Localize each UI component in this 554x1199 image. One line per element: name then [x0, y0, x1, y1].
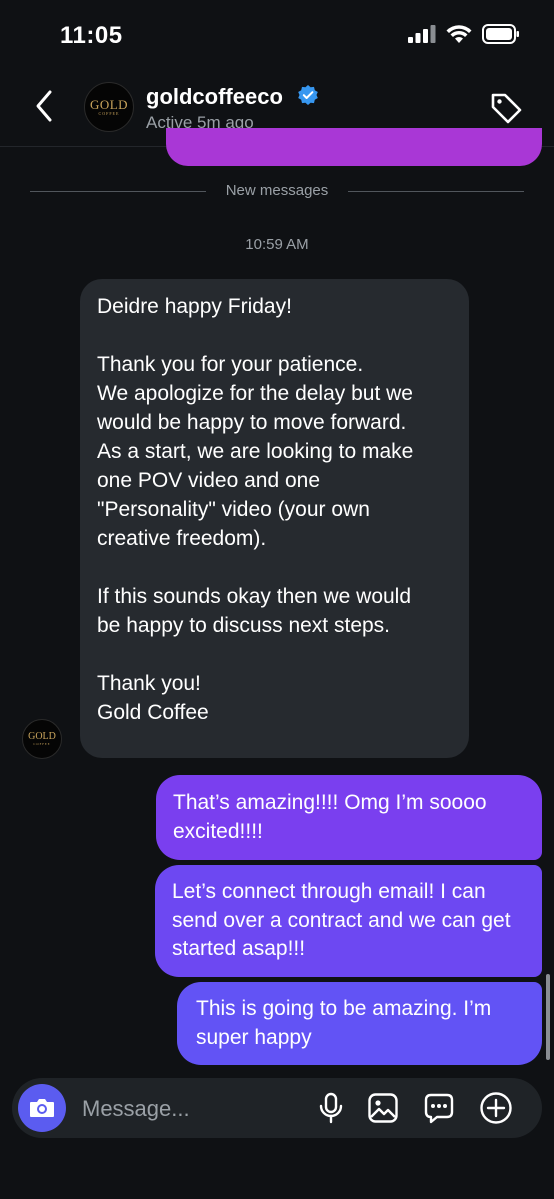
status-bar: 11:05 [0, 0, 554, 72]
incoming-message-line: Thank you! [97, 672, 201, 695]
divider-line-left [30, 191, 206, 192]
image-icon [368, 1093, 398, 1123]
incoming-message-line: If this sounds okay then we would [97, 585, 412, 608]
avatar-logo-subtext: COFFEE [98, 111, 120, 116]
incoming-message-line: Deidre happy Friday! [97, 295, 292, 318]
clock: 11:05 [60, 22, 123, 49]
camera-button[interactable] [18, 1084, 66, 1132]
camera-icon [30, 1099, 54, 1117]
incoming-message-line: creative freedom). [97, 527, 267, 550]
microphone-button[interactable] [314, 1091, 348, 1125]
divider-line-right [348, 191, 524, 192]
incoming-message-line: Gold Coffee [97, 701, 209, 724]
message-composer [12, 1078, 542, 1140]
new-messages-label: New messages [225, 182, 329, 199]
sender-avatar[interactable]: GOLD COFFEE [22, 719, 62, 759]
incoming-message-line: would be happy to move forward. [97, 411, 407, 434]
outgoing-message-bubble[interactable]: This is going to be amazing. I’m super h… [177, 982, 542, 1065]
sender-avatar-logo-subtext: COFFEE [33, 742, 51, 746]
verified-badge-icon [298, 85, 318, 105]
sticker-button[interactable] [422, 1091, 456, 1125]
signal-icon [408, 25, 436, 43]
tag-button[interactable] [488, 90, 524, 126]
add-button[interactable] [479, 1091, 513, 1125]
incoming-message-line: We apologize for the delay but we [97, 382, 413, 405]
outgoing-message-text: Let’s connect through email! I can send … [172, 880, 511, 961]
message-timestamp: 10:59 AM [245, 236, 309, 253]
microphone-icon [319, 1092, 343, 1124]
back-button[interactable] [28, 86, 64, 126]
incoming-message-text: Deidre happy Friday! Thank you for your p… [97, 292, 452, 727]
incoming-message-line: be happy to discuss next steps. [97, 614, 391, 637]
tag-icon [491, 93, 522, 124]
incoming-message-bubble[interactable]: Deidre happy Friday! Thank you for your p… [80, 279, 469, 758]
wifi-icon [446, 25, 472, 43]
previous-message-bubble[interactable] [166, 128, 542, 166]
chevron-left-icon [36, 90, 52, 122]
profile-avatar[interactable]: GOLD COFFEE [84, 82, 134, 132]
outgoing-message-text: That’s amazing!!!! Omg I’m soooo excited… [173, 791, 487, 843]
profile-username[interactable]: goldcoffeeco [146, 84, 283, 110]
incoming-message-line: As a start, we are looking to make [97, 440, 414, 463]
sender-avatar-logo-text: GOLD [28, 731, 56, 742]
message-dots-icon [424, 1093, 454, 1124]
incoming-message-line: "Personality" video (your own [97, 498, 370, 521]
incoming-message-line: Thank you for your patience. [97, 353, 364, 376]
battery-icon [482, 24, 519, 44]
status-icons [408, 24, 520, 44]
outgoing-message-text: This is going to be amazing. I’m super h… [196, 997, 492, 1049]
outgoing-message-bubble[interactable]: Let’s connect through email! I can send … [155, 865, 542, 977]
scrollbar[interactable] [546, 974, 550, 1060]
incoming-message-line: one POV video and one [97, 469, 321, 492]
avatar-logo-text: GOLD [89, 97, 129, 112]
gallery-button[interactable] [366, 1091, 400, 1125]
plus-circle-icon [480, 1092, 512, 1124]
outgoing-message-bubble[interactable]: That’s amazing!!!! Omg I’m soooo excited… [156, 775, 542, 860]
message-input[interactable] [80, 1078, 304, 1140]
